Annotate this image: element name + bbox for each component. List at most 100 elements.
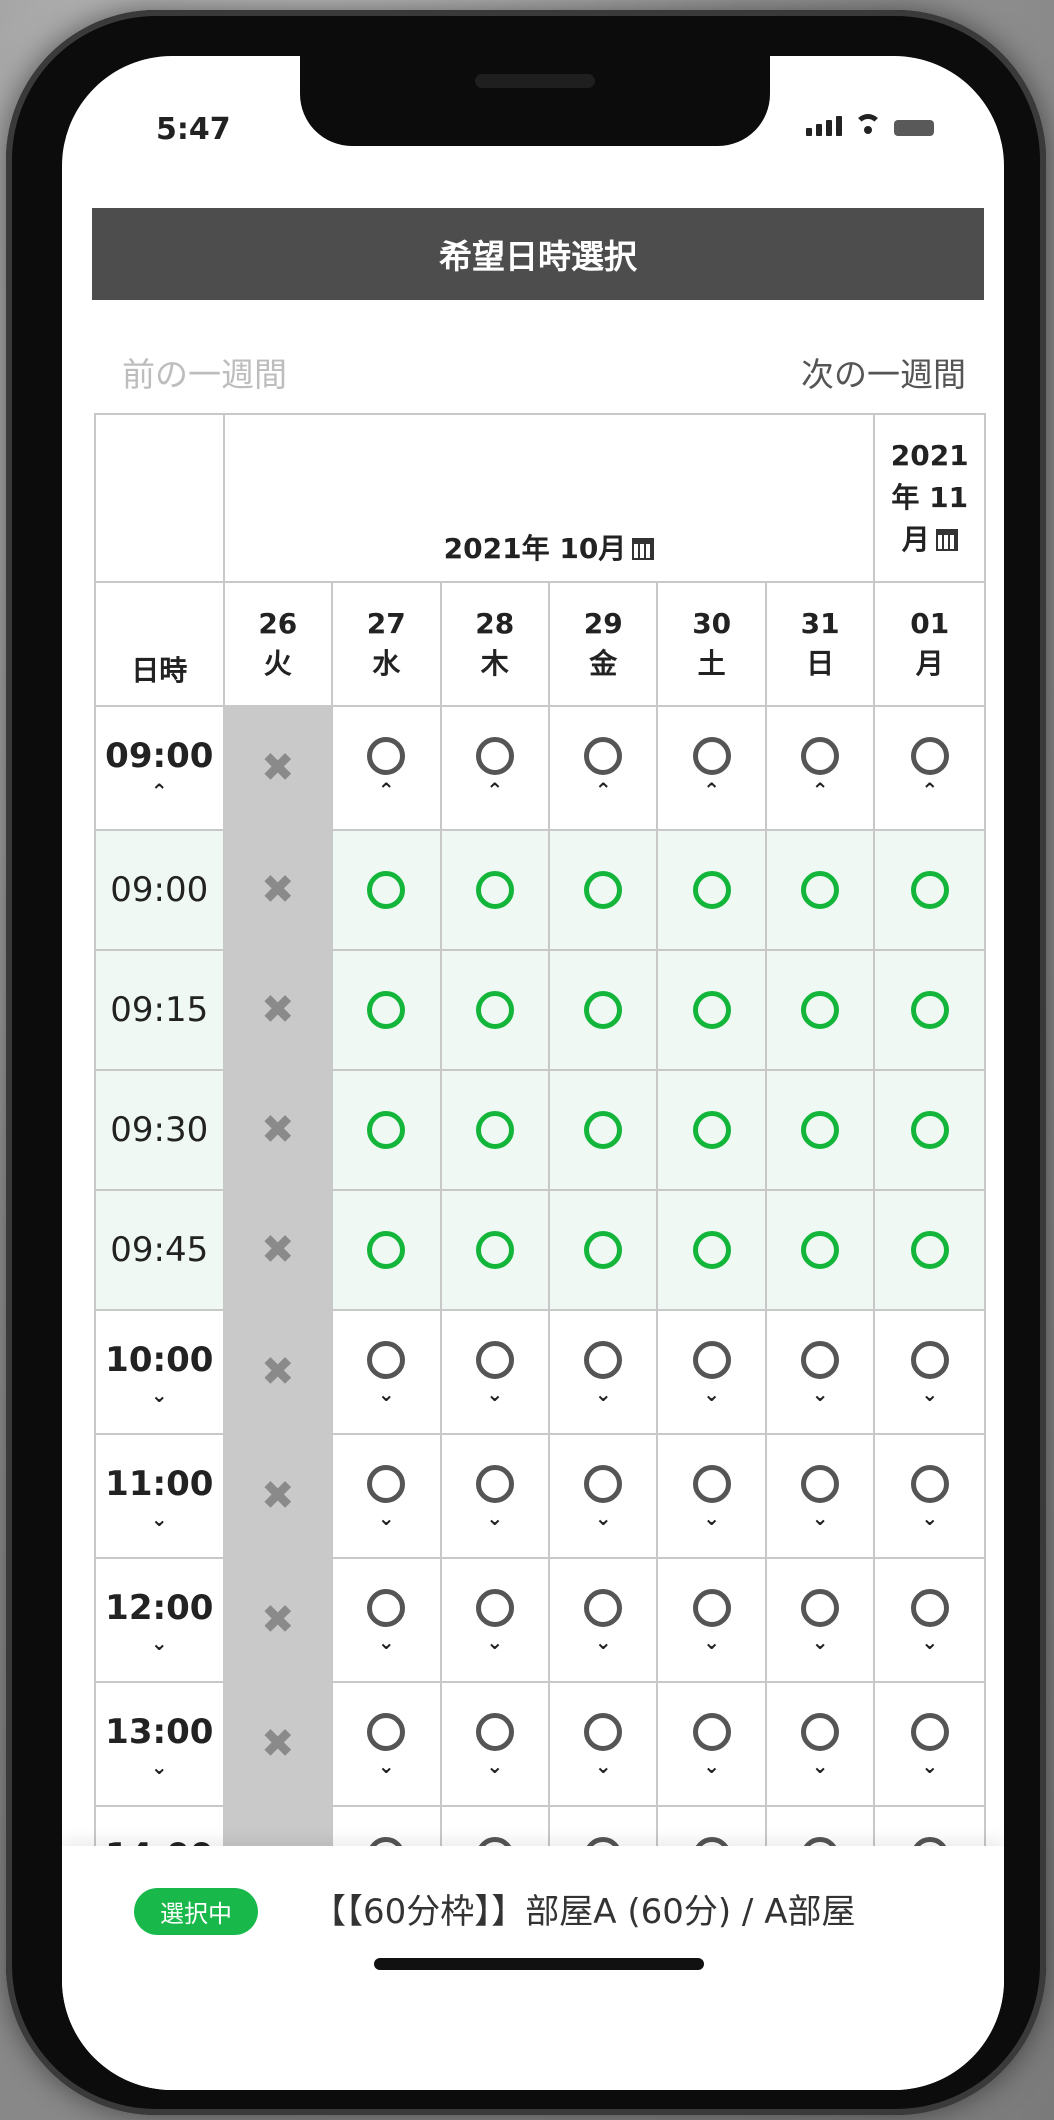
available-cell[interactable]: ⌃ [439, 705, 550, 831]
circle-icon [475, 871, 514, 909]
available-cell[interactable]: ⌄ [656, 1557, 767, 1683]
cross-icon: ✖ [261, 1227, 295, 1273]
available-cell[interactable] [331, 949, 442, 1071]
phone-frame: 5:47 希望日時選択 前の一週間 次の一週間 2021年 10月 2021 年… [6, 10, 1046, 2115]
prev-week-link[interactable]: 前の一週間 [122, 348, 287, 396]
available-cell[interactable]: ⌄ [764, 1557, 876, 1683]
day-weekday: 水 [372, 647, 401, 680]
available-cell[interactable]: ⌃ [547, 705, 659, 831]
time-cell[interactable]: 11:00 ⌄ [94, 1433, 225, 1559]
available-cell[interactable]: ⌄ [547, 1309, 659, 1435]
available-cell[interactable]: ⌃ [331, 705, 442, 831]
available-cell[interactable]: ⌄ [764, 1309, 876, 1435]
day-weekday: 木 [480, 647, 509, 680]
available-cell[interactable]: ⌄ [547, 1681, 659, 1807]
available-cell[interactable] [656, 949, 767, 1071]
chevron-down-icon: ⌄ [703, 1382, 721, 1406]
available-cell[interactable]: ⌄ [439, 1681, 550, 1807]
available-cell[interactable]: ⌄ [873, 1557, 986, 1683]
available-cell[interactable] [331, 829, 442, 951]
circle-icon [801, 991, 840, 1029]
chevron-down-icon: ⌄ [811, 1630, 829, 1654]
available-cell[interactable] [656, 1069, 767, 1191]
available-cell[interactable]: ⌄ [656, 1309, 767, 1435]
unavailable-cell: ✖ [222, 1557, 334, 1683]
available-cell[interactable] [764, 1069, 876, 1191]
time-label: 11:00 [105, 1464, 214, 1504]
available-cell[interactable] [547, 949, 659, 1071]
time-label: 09:00 [105, 736, 214, 776]
available-cell[interactable]: ⌄ [656, 1681, 767, 1807]
available-cell[interactable] [764, 1189, 876, 1311]
available-cell[interactable] [331, 1069, 442, 1191]
unavailable-cell: ✖ [222, 1433, 334, 1559]
available-cell[interactable]: ⌄ [764, 1433, 876, 1559]
unavailable-cell: ✖ [222, 705, 334, 831]
available-cell[interactable]: ⌄ [331, 1557, 442, 1683]
available-cell[interactable]: ⌄ [439, 1557, 550, 1683]
time-cell[interactable]: 10:00 ⌄ [94, 1309, 225, 1435]
available-cell[interactable]: ⌄ [331, 1433, 442, 1559]
available-cell[interactable] [656, 1189, 767, 1311]
available-cell[interactable]: ⌄ [547, 1557, 659, 1683]
available-cell[interactable] [331, 1189, 442, 1311]
available-cell[interactable]: ⌄ [764, 1681, 876, 1807]
next-week-link[interactable]: 次の一週間 [801, 348, 966, 396]
circle-icon [910, 1231, 949, 1269]
circle-icon [910, 1713, 949, 1751]
time-label: 09:45 [110, 1230, 209, 1270]
month-header[interactable]: 2021年 10月 [222, 413, 876, 583]
available-cell[interactable]: ⌃ [656, 705, 767, 831]
available-cell[interactable] [873, 1069, 986, 1191]
chevron-up-icon: ⌃ [594, 778, 612, 802]
available-cell[interactable]: ⌄ [439, 1309, 550, 1435]
available-cell[interactable] [873, 829, 986, 951]
available-cell[interactable]: ⌄ [873, 1433, 986, 1559]
circle-icon [692, 1231, 731, 1269]
time-cell[interactable]: 13:00 ⌄ [94, 1681, 225, 1807]
time-label: 13:00 [105, 1712, 214, 1752]
available-cell[interactable] [439, 829, 550, 951]
available-cell[interactable]: ⌄ [439, 1433, 550, 1559]
next-month-header[interactable]: 2021 年 11 月 [873, 413, 986, 583]
hour-row: 11:00 ⌄ ✖ ⌄ ⌄ ⌄ ⌄ ⌄ ⌄ [94, 1433, 986, 1559]
circle-icon [910, 737, 949, 775]
day-header: 28 木 [439, 581, 550, 707]
available-cell[interactable] [547, 829, 659, 951]
time-label: 09:30 [110, 1110, 209, 1150]
available-cell[interactable]: ⌄ [331, 1681, 442, 1807]
circle-icon [367, 1465, 406, 1503]
circle-icon [367, 1589, 406, 1627]
available-cell[interactable]: ⌄ [547, 1433, 659, 1559]
available-cell[interactable]: ⌃ [873, 705, 986, 831]
available-cell[interactable] [764, 829, 876, 951]
circle-icon [584, 1231, 623, 1269]
circle-icon [801, 1341, 840, 1379]
available-cell[interactable] [439, 1189, 550, 1311]
circle-icon [910, 871, 949, 909]
available-cell[interactable] [547, 1069, 659, 1191]
available-cell[interactable]: ⌄ [656, 1433, 767, 1559]
available-cell[interactable] [439, 949, 550, 1071]
available-cell[interactable] [873, 949, 986, 1071]
available-cell[interactable]: ⌄ [331, 1309, 442, 1435]
available-cell[interactable] [656, 829, 767, 951]
available-cell[interactable]: ⌃ [764, 705, 876, 831]
available-cell[interactable] [873, 1189, 986, 1311]
available-cell[interactable] [439, 1069, 550, 1191]
available-cell[interactable]: ⌄ [873, 1309, 986, 1435]
available-cell[interactable]: ⌄ [873, 1681, 986, 1807]
chevron-down-icon: ⌄ [703, 1754, 721, 1778]
available-cell[interactable] [764, 949, 876, 1071]
corner-cell [94, 413, 225, 583]
time-cell[interactable]: 09:00 ⌃ [94, 705, 225, 831]
time-cell[interactable]: 12:00 ⌄ [94, 1557, 225, 1683]
chevron-up-icon: ⌃ [150, 779, 168, 803]
unavailable-cell: ✖ [222, 1069, 334, 1191]
day-header: 27 水 [331, 581, 442, 707]
circle-icon [692, 1341, 731, 1379]
time-cell: 09:00 [94, 829, 225, 951]
available-cell[interactable] [547, 1189, 659, 1311]
chevron-down-icon: ⌄ [921, 1630, 939, 1654]
chevron-down-icon: ⌄ [594, 1506, 612, 1530]
